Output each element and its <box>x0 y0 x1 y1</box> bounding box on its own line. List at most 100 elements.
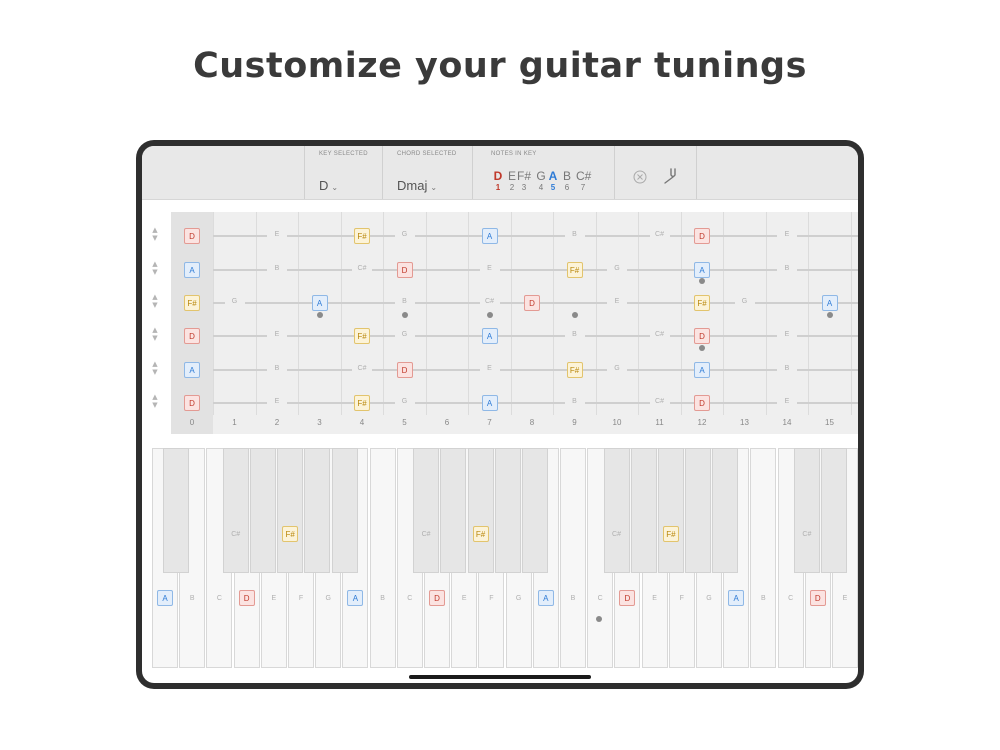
fret-note-box[interactable]: A <box>481 395 498 411</box>
tune-string-stepper[interactable]: ▲ ▼ <box>150 226 160 242</box>
fret-note-label[interactable]: E <box>777 331 797 338</box>
arrow-up-icon[interactable]: ▲ <box>150 326 160 334</box>
fret-note-label[interactable]: G <box>394 331 415 338</box>
fret-note-label[interactable]: E <box>267 231 287 238</box>
arrow-up-icon[interactable]: ▲ <box>150 260 160 268</box>
piano-black-key[interactable] <box>249 448 276 573</box>
note-name: F# <box>517 169 532 183</box>
piano-black-key[interactable] <box>440 448 467 573</box>
fret-note-box[interactable]: F# <box>566 362 583 378</box>
fret-note-label[interactable]: E <box>267 398 287 405</box>
piano-white-key[interactable] <box>369 448 396 668</box>
fret-note-box[interactable]: D <box>184 395 200 411</box>
fret-note-box[interactable]: A <box>311 295 328 311</box>
fret-note-box[interactable]: D <box>694 328 710 344</box>
tune-string-stepper[interactable]: ▲ ▼ <box>150 393 160 409</box>
fret-note-label[interactable]: G <box>394 398 415 405</box>
fret-note-label[interactable]: B <box>267 365 287 372</box>
piano-black-key[interactable] <box>712 448 739 573</box>
arrow-down-icon[interactable]: ▼ <box>150 401 160 409</box>
arrow-down-icon[interactable]: ▼ <box>150 268 160 276</box>
fret-note-label[interactable]: B <box>564 398 585 405</box>
fret-note-label[interactable]: E <box>479 265 500 272</box>
tune-string-stepper[interactable]: ▲ ▼ <box>150 260 160 276</box>
fret-note-label[interactable]: B <box>564 331 585 338</box>
piano-black-key[interactable] <box>521 448 548 573</box>
close-circle-icon[interactable] <box>633 170 647 184</box>
arrow-down-icon[interactable]: ▼ <box>150 301 160 309</box>
tune-string-stepper[interactable]: ▲ ▼ <box>150 293 160 309</box>
fret-note-box[interactable]: D <box>184 228 200 244</box>
fret-note-label[interactable]: B <box>777 365 797 372</box>
fret-note-box[interactable]: A <box>184 362 200 378</box>
piano-black-key[interactable] <box>630 448 657 573</box>
tune-string-stepper[interactable]: ▲ ▼ <box>150 360 160 376</box>
fret-note-label[interactable]: G <box>734 298 755 305</box>
fret-note-box[interactable]: D <box>184 328 200 344</box>
piano-black-key[interactable] <box>603 448 630 573</box>
fret-note-label[interactable]: C# <box>649 398 670 405</box>
fret-note-label[interactable]: E <box>777 398 797 405</box>
piano-black-key[interactable] <box>821 448 848 573</box>
piano-white-key[interactable] <box>560 448 586 668</box>
fret-note-box[interactable]: F# <box>354 228 370 244</box>
fret-note-label[interactable]: B <box>777 265 797 272</box>
fret-note-box[interactable]: A <box>694 362 710 378</box>
fret-wire <box>255 212 257 415</box>
fret-note-box[interactable]: F# <box>694 295 710 311</box>
arrow-up-icon[interactable]: ▲ <box>150 226 160 234</box>
fret-note-box[interactable]: F# <box>354 328 370 344</box>
fret-note-label[interactable]: E <box>479 365 500 372</box>
fret-note-box[interactable]: F# <box>354 395 370 411</box>
piano-black-key[interactable] <box>793 448 820 573</box>
arrow-up-icon[interactable]: ▲ <box>150 360 160 368</box>
fret-note-label[interactable]: B <box>394 298 415 305</box>
fret-note-box[interactable]: A <box>184 262 200 278</box>
arrow-up-icon[interactable]: ▲ <box>150 393 160 401</box>
fret-note-label[interactable]: E <box>777 231 797 238</box>
fret-note-box[interactable]: F# <box>184 295 200 311</box>
fret-note-box[interactable]: D <box>396 262 413 278</box>
piano-black-key[interactable] <box>277 448 304 573</box>
fret-note-label[interactable]: C# <box>352 365 372 372</box>
piano-black-key[interactable] <box>162 448 189 573</box>
fret-note-label[interactable]: B <box>564 231 585 238</box>
arrow-up-icon[interactable]: ▲ <box>150 293 160 301</box>
fret-note-label[interactable]: C# <box>479 298 500 305</box>
fret-note-label[interactable]: C# <box>649 331 670 338</box>
piano-white-key[interactable] <box>750 448 777 668</box>
chord-selector[interactable]: Dmaj ⌄ <box>397 178 437 193</box>
piano-black-key[interactable] <box>304 448 331 573</box>
fret-note-label[interactable]: E <box>267 331 287 338</box>
piano-black-key[interactable] <box>413 448 440 573</box>
fret-note-box[interactable]: A <box>481 328 498 344</box>
tuning-fork-icon[interactable] <box>662 167 678 185</box>
fret-note-box[interactable]: D <box>524 295 540 311</box>
tune-string-stepper[interactable]: ▲ ▼ <box>150 326 160 342</box>
fret-note-label[interactable]: G <box>607 365 627 372</box>
piano-black-key[interactable] <box>657 448 684 573</box>
fret-note-box[interactable]: D <box>396 362 413 378</box>
fret-note-label[interactable]: C# <box>352 265 372 272</box>
fret-note-box[interactable]: D <box>694 395 710 411</box>
key-selector[interactable]: D ⌄ <box>319 178 338 193</box>
piano-black-key[interactable] <box>494 448 521 573</box>
arrow-down-icon[interactable]: ▼ <box>150 368 160 376</box>
fret-note-label[interactable]: E <box>607 298 627 305</box>
piano-black-key[interactable] <box>685 448 712 573</box>
arrow-down-icon[interactable]: ▼ <box>150 234 160 242</box>
fret-note-label[interactable]: G <box>224 298 245 305</box>
fret-note-label[interactable]: G <box>607 265 627 272</box>
piano-black-key[interactable] <box>331 448 358 573</box>
fret-note-label[interactable]: C# <box>649 231 670 238</box>
piano-black-key[interactable] <box>467 448 494 573</box>
fret-note-box[interactable]: F# <box>566 262 583 278</box>
fret-note-box[interactable]: A <box>821 295 838 311</box>
fret-note-label[interactable]: G <box>394 231 415 238</box>
fret-note-box[interactable]: D <box>694 228 710 244</box>
piano-black-key[interactable] <box>222 448 249 573</box>
fret-note-label[interactable]: B <box>267 265 287 272</box>
fret-note-box[interactable]: A <box>694 262 710 278</box>
arrow-down-icon[interactable]: ▼ <box>150 334 160 342</box>
fret-note-box[interactable]: A <box>481 228 498 244</box>
